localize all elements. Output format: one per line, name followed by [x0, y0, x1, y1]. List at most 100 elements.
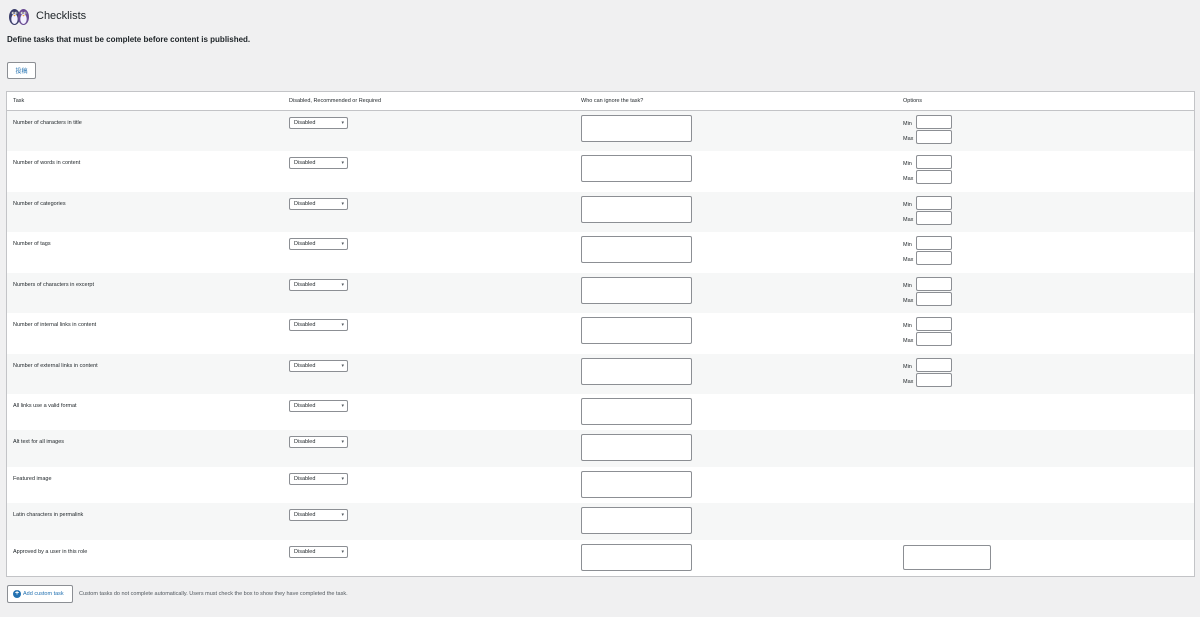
max-label: Max [903, 176, 914, 182]
max-label: Max [903, 379, 914, 385]
table-row: Latin characters in permalink Disabled ▾ [7, 503, 1194, 540]
task-name: Number of characters in title [13, 120, 82, 126]
task-name: Approved by a user in this role [13, 549, 88, 555]
table-row: Number of characters in title Disabled ▾ Mi… [7, 111, 1194, 151]
ignore-roles-field[interactable] [581, 544, 692, 571]
requirement-select-value: Disabled [294, 160, 316, 166]
min-label: Min [903, 121, 912, 127]
requirement-select[interactable]: Disabled ▾ [289, 360, 348, 372]
table-row: Number of external links in content Disab… [7, 354, 1194, 394]
post-type-tab[interactable]: 投稿 [7, 62, 36, 79]
table-row: All links use a valid format Disabled ▾ [7, 394, 1194, 430]
requirement-select-value: Disabled [294, 282, 316, 288]
requirement-select[interactable]: Disabled ▾ [289, 473, 348, 485]
add-custom-task-label: Add custom task [23, 591, 64, 597]
requirement-select-value: Disabled [294, 322, 316, 328]
requirement-select-value: Disabled [294, 549, 316, 555]
ignore-roles-field[interactable] [581, 196, 692, 223]
max-input[interactable] [916, 373, 952, 387]
max-label: Max [903, 136, 914, 142]
requirement-select-value: Disabled [294, 403, 316, 409]
min-label: Min [903, 323, 912, 329]
task-name: Number of words in content [13, 160, 81, 166]
ignore-roles-field[interactable] [581, 115, 692, 142]
column-header-task: Task [13, 98, 25, 104]
page-title: Checklists [36, 10, 87, 22]
max-input[interactable] [916, 211, 952, 225]
table-row: Number of categories Disabled ▾ Min Max [7, 192, 1194, 232]
chevron-down-icon: ▾ [341, 282, 344, 288]
requirement-select[interactable]: Disabled ▾ [289, 117, 348, 129]
table-row: Number of tags Disabled ▾ Min Max [7, 232, 1194, 273]
ignore-roles-field[interactable] [581, 434, 692, 461]
max-input[interactable] [916, 332, 952, 346]
max-input[interactable] [916, 130, 952, 144]
task-name: Alt text for all images [13, 439, 65, 445]
max-label: Max [903, 217, 914, 223]
chevron-down-icon: ▾ [341, 512, 344, 518]
chevron-down-icon: ▾ [341, 476, 344, 482]
min-label: Min [903, 202, 912, 208]
chevron-down-icon: ▾ [341, 549, 344, 555]
add-custom-task-button[interactable]: + Add custom task [7, 585, 73, 603]
requirement-select[interactable]: Disabled ▾ [289, 319, 348, 331]
chevron-down-icon: ▾ [341, 201, 344, 207]
max-input[interactable] [916, 170, 952, 184]
max-label: Max [903, 298, 914, 304]
table-row: Numbers of characters in excerpt Disabled… [7, 273, 1194, 313]
min-input[interactable] [916, 115, 952, 129]
task-name: Number of internal links in content [13, 322, 97, 328]
column-header-ignore: Who can ignore the task? [581, 98, 644, 104]
ignore-roles-field[interactable] [581, 507, 692, 534]
chevron-down-icon: ▾ [341, 363, 344, 369]
ignore-roles-field[interactable] [581, 317, 692, 344]
max-label: Max [903, 257, 914, 263]
min-input[interactable] [916, 196, 952, 210]
task-name: Number of categories [13, 201, 66, 207]
chevron-down-icon: ▾ [341, 160, 344, 166]
table-row: Alt text for all images Disabled ▾ [7, 430, 1194, 467]
requirement-select[interactable]: Disabled ▾ [289, 279, 348, 291]
min-input[interactable] [916, 236, 952, 250]
requirement-select-value: Disabled [294, 512, 316, 518]
min-label: Min [903, 364, 912, 370]
requirement-select[interactable]: Disabled ▾ [289, 400, 348, 412]
requirement-select-value: Disabled [294, 201, 316, 207]
table-header: Task Disabled, Recommended or Required W… [7, 92, 1194, 111]
page-header: Checklists [7, 3, 86, 29]
min-label: Min [903, 283, 912, 289]
approver-role-field[interactable] [903, 545, 991, 570]
ignore-roles-field[interactable] [581, 471, 692, 498]
table-row: Approved by a user in this role Disabled ▾ [7, 540, 1194, 577]
max-input[interactable] [916, 292, 952, 306]
requirement-select[interactable]: Disabled ▾ [289, 546, 348, 558]
penguin-logo-icon [9, 9, 29, 25]
requirement-select[interactable]: Disabled ▾ [289, 198, 348, 210]
ignore-roles-field[interactable] [581, 277, 692, 304]
requirement-select-value: Disabled [294, 439, 316, 445]
table-row: Number of words in content Disabled ▾ Min Ma… [7, 151, 1194, 192]
requirement-select-value: Disabled [294, 120, 316, 126]
task-name: All links use a valid format [13, 403, 77, 409]
chevron-down-icon: ▾ [341, 439, 344, 445]
ignore-roles-field[interactable] [581, 398, 692, 425]
chevron-down-icon: ▾ [341, 120, 344, 126]
min-input[interactable] [916, 358, 952, 372]
ignore-roles-field[interactable] [581, 236, 692, 263]
max-input[interactable] [916, 251, 952, 265]
table-row: Featured image Disabled ▾ [7, 467, 1194, 503]
min-input[interactable] [916, 277, 952, 291]
requirement-select-value: Disabled [294, 363, 316, 369]
ignore-roles-field[interactable] [581, 155, 692, 182]
requirement-select[interactable]: Disabled ▾ [289, 238, 348, 250]
min-input[interactable] [916, 317, 952, 331]
task-name: Featured image [13, 476, 52, 482]
task-name: Numbers of characters in excerpt [13, 282, 95, 288]
requirement-select-value: Disabled [294, 476, 316, 482]
ignore-roles-field[interactable] [581, 358, 692, 385]
requirement-select[interactable]: Disabled ▾ [289, 509, 348, 521]
requirement-select[interactable]: Disabled ▾ [289, 157, 348, 169]
min-label: Min [903, 242, 912, 248]
min-input[interactable] [916, 155, 952, 169]
requirement-select[interactable]: Disabled ▾ [289, 436, 348, 448]
